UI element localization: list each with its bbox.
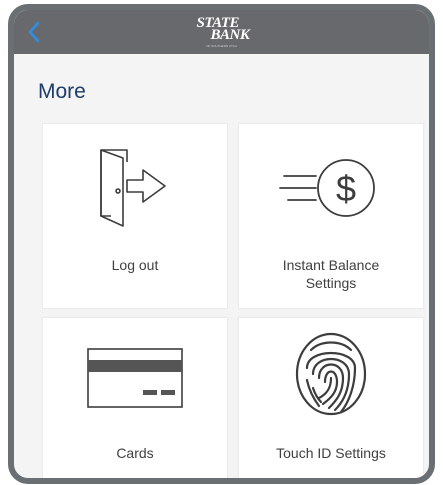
cards-label: Cards xyxy=(116,445,154,461)
svg-text:$: $ xyxy=(336,168,356,209)
credit-card-icon xyxy=(43,346,227,412)
top-bar: STATE BANK OF SOUTHERN UTAH xyxy=(14,10,429,54)
log-out-label: Log out xyxy=(111,257,159,273)
touch-id-settings-label: Touch ID Settings xyxy=(276,445,386,461)
instant-balance-settings-tile[interactable]: $ Instant Balance Settings xyxy=(238,123,424,309)
chevron-left-icon xyxy=(28,21,40,43)
log-out-door-icon xyxy=(43,146,227,230)
log-out-tile[interactable]: Log out xyxy=(42,123,228,309)
state-bank-logo: STATE BANK OF SOUTHERN UTAH xyxy=(196,15,250,48)
fingerprint-icon xyxy=(239,328,423,420)
instant-balance-settings-label: Instant Balance Settings xyxy=(282,257,380,291)
page-title: More xyxy=(38,80,86,103)
cards-tile[interactable]: Cards xyxy=(42,317,228,478)
back-button[interactable] xyxy=(16,14,52,50)
instant-balance-dollar-icon: $ xyxy=(239,148,423,228)
touch-id-settings-tile[interactable]: Touch ID Settings xyxy=(238,317,424,478)
phone-frame: STATE BANK OF SOUTHERN UTAH More Log out… xyxy=(8,4,435,484)
